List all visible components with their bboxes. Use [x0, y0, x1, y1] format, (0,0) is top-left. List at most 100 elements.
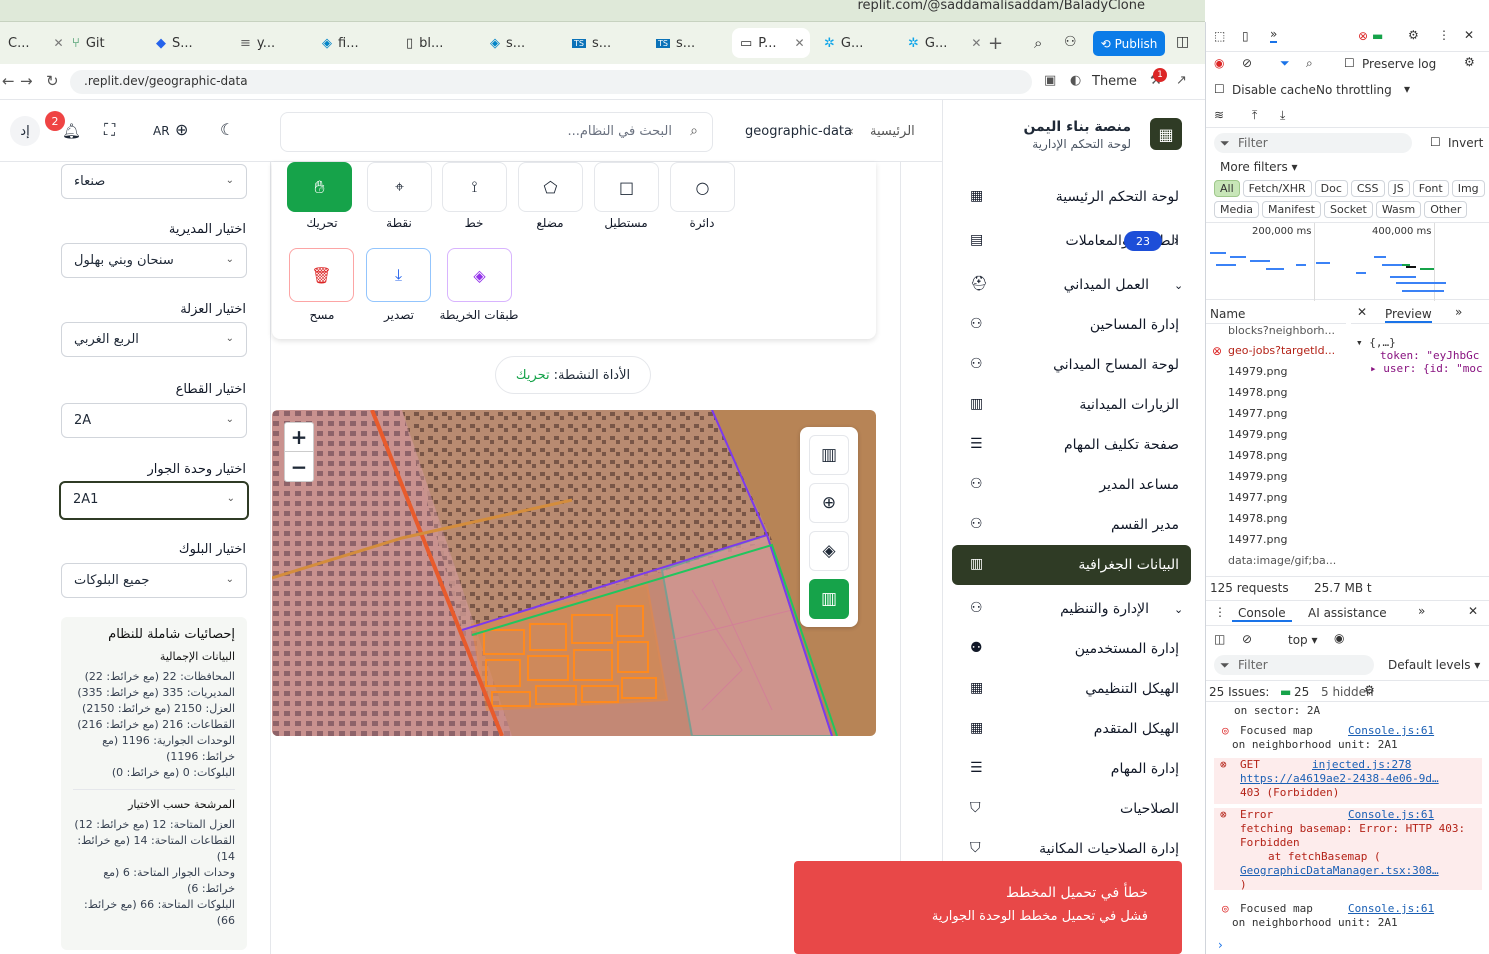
browser-tab[interactable]: TS s... [656, 28, 695, 58]
request-row[interactable]: 14977.png [1228, 407, 1287, 420]
type-filter[interactable]: Font [1412, 180, 1449, 197]
line-tool-button[interactable]: ⟟ [442, 162, 507, 212]
source-link[interactable]: Console.js:61 [1348, 902, 1434, 916]
request-row[interactable]: 14979.png [1228, 470, 1287, 483]
close-icon[interactable]: ✕ [795, 36, 805, 50]
request-row[interactable]: 14979.png [1228, 428, 1287, 441]
sidebar-item-requests[interactable]: ▤ 23 الطلبات والمعاملات › [952, 221, 1191, 261]
browser-tab[interactable]: ≡ y... [240, 28, 275, 58]
request-row[interactable]: 14978.png [1228, 512, 1287, 525]
back-icon[interactable]: ← [2, 72, 15, 90]
reload-icon[interactable]: ↻ [46, 72, 59, 90]
more-filters-button[interactable]: More filters ▾ [1220, 160, 1298, 174]
request-row[interactable]: 14979.png [1228, 365, 1287, 378]
search-icon[interactable]: ⌕ [1034, 34, 1042, 52]
close-icon[interactable]: ✕ [1357, 305, 1367, 319]
sidebar-item-users[interactable]: ⚉ إدارة المستخدمين [952, 629, 1191, 669]
browser-tab[interactable]: ◈ fi... [322, 28, 359, 58]
sidebar-item-manager-assistant[interactable]: ⚇ مساعد المدير [952, 465, 1191, 505]
sidebar-item-org-structure[interactable]: ▦ الهيكل التنظيمي [952, 669, 1191, 709]
console-filter-input[interactable]: ⏷ Filter [1214, 655, 1374, 675]
network-timeline[interactable]: 200,000 ms 400,000 ms [1206, 222, 1489, 301]
ai-assistance-tab[interactable]: AI assistance [1308, 606, 1387, 620]
issues-count[interactable]: 25 [1294, 685, 1309, 699]
download-icon[interactable]: ⤓ [1280, 108, 1285, 123]
log-levels-select[interactable]: Default levels ▾ [1388, 658, 1480, 672]
gear-icon[interactable]: ⚙ [1464, 55, 1475, 69]
sidebar-item-advanced-structure[interactable]: ▦ الهيكل المتقدم [952, 709, 1191, 749]
device-icon[interactable]: ▯ [1242, 29, 1249, 43]
gear-icon[interactable]: ⚙ [1408, 28, 1419, 42]
type-filter[interactable]: Manifest [1262, 201, 1321, 218]
upload-icon[interactable]: ⤒ [1252, 108, 1257, 123]
type-filter-all[interactable]: All [1214, 180, 1240, 197]
map-icon[interactable]: ▥ [809, 435, 849, 475]
request-url[interactable]: https://a4619ae2-2438-4e06-9d… [1240, 772, 1482, 786]
network-filter-input[interactable]: ⏷ Filter [1214, 133, 1412, 153]
request-row[interactable]: 14978.png [1228, 386, 1287, 399]
rectangle-tool-button[interactable]: □ [594, 162, 659, 212]
pan-tool-button[interactable]: ✋︎ [287, 162, 352, 212]
map-icon[interactable]: ▥ [809, 579, 849, 619]
source-link[interactable]: Console.js:61 [1348, 808, 1434, 822]
close-icon[interactable]: ✕ [1468, 604, 1478, 618]
export-tool-button[interactable]: ⤓ [366, 248, 431, 302]
sidebar-toggle-icon[interactable]: ◫ [1176, 34, 1189, 50]
more-tabs-icon[interactable]: » [1270, 27, 1278, 43]
error-toast[interactable]: خطأ في تحميل المخطط فشل في تحميل مخطط ال… [794, 861, 1182, 954]
request-row[interactable]: blocks?neighborh... [1228, 324, 1335, 337]
preserve-log-checkbox[interactable]: ☐ [1344, 56, 1355, 70]
type-filter[interactable]: JS [1387, 180, 1410, 197]
more-tabs-icon[interactable]: » [1418, 604, 1425, 618]
record-icon[interactable]: ◉ [1214, 56, 1224, 70]
globe-icon[interactable]: ⊕ [809, 483, 849, 523]
satellite-map[interactable] [272, 410, 876, 736]
close-icon[interactable]: ✕ [53, 36, 63, 50]
point-tool-button[interactable]: ⌖ [367, 162, 432, 212]
source-link[interactable]: Console.js:61 [1348, 724, 1434, 738]
uzla-select[interactable]: الربع الغربي ⌄ [61, 322, 247, 357]
layers-icon[interactable]: ◈ [809, 531, 849, 571]
globe-icon[interactable]: ⊕ [175, 120, 188, 139]
console-tab[interactable]: Console [1232, 606, 1292, 622]
source-link[interactable]: injected.js:278 [1312, 758, 1411, 772]
open-external-icon[interactable]: ↗ [1176, 73, 1187, 88]
type-filter[interactable]: Img [1451, 180, 1485, 197]
language-code[interactable]: AR [153, 124, 170, 138]
bell-icon[interactable]: 🔔︎ [62, 122, 81, 140]
browser-tab[interactable]: ◆ S... [156, 28, 193, 58]
browser-tab[interactable]: ✲ G... ✕ [908, 28, 981, 58]
sidebar-item-permissions[interactable]: ⛉ الصلاحيات [952, 789, 1191, 829]
close-icon[interactable]: ✕ [1464, 28, 1474, 42]
sidebar-item-surveyors[interactable]: ⚇ إدارة المساحين [952, 305, 1191, 345]
sector-select[interactable]: 2A ⌄ [61, 403, 247, 438]
map-view[interactable]: + − ▥ ⊕ ◈ ▥ [272, 410, 876, 736]
clear-icon[interactable]: ⊘ [1242, 632, 1252, 646]
circle-tool-button[interactable]: ○ [670, 162, 735, 212]
request-row[interactable]: geo-jobs?targetId... [1228, 344, 1335, 357]
more-vertical-icon[interactable]: ⋮ [1438, 28, 1450, 42]
request-row[interactable]: data:image/gif;ba... [1228, 554, 1336, 567]
block-select[interactable]: جميع البلوكات ⌄ [61, 563, 247, 598]
browser-tab[interactable]: C... ✕ [8, 28, 64, 58]
theme-icon[interactable]: ◐ [1070, 73, 1081, 88]
zoom-in-button[interactable]: + [284, 422, 314, 452]
more-vertical-icon[interactable]: ⋮ [1214, 605, 1226, 619]
map-layers-button[interactable]: ◈ [447, 248, 512, 302]
message-icon[interactable]: ▬ [1372, 29, 1383, 43]
eye-icon[interactable]: ◉ [1334, 631, 1344, 645]
throttling-select[interactable]: No throttling [1316, 83, 1392, 97]
add-user-icon[interactable]: ⚇ [1064, 34, 1077, 50]
theme-button[interactable]: Theme [1092, 74, 1137, 89]
sidebar-item-surveyor-board[interactable]: ⚇ لوحة المساح الميداني [952, 345, 1191, 385]
devices-icon[interactable]: ▣ [1044, 73, 1056, 88]
type-filter[interactable]: Doc [1314, 180, 1348, 197]
browser-tab[interactable]: ▯ bl... [406, 28, 443, 58]
sidebar-item-dashboard[interactable]: ▦ لوحة التحكم الرئيسية [952, 177, 1191, 217]
district-select[interactable]: سنحان وبني بهلول ⌄ [61, 243, 247, 278]
type-filter[interactable]: Other [1424, 201, 1468, 218]
browser-tab[interactable]: TS s... [572, 28, 611, 58]
close-icon[interactable]: ✕ [971, 36, 981, 50]
more-tabs-icon[interactable]: » [1455, 305, 1462, 319]
filter-icon[interactable]: ⏷ [1280, 56, 1290, 71]
